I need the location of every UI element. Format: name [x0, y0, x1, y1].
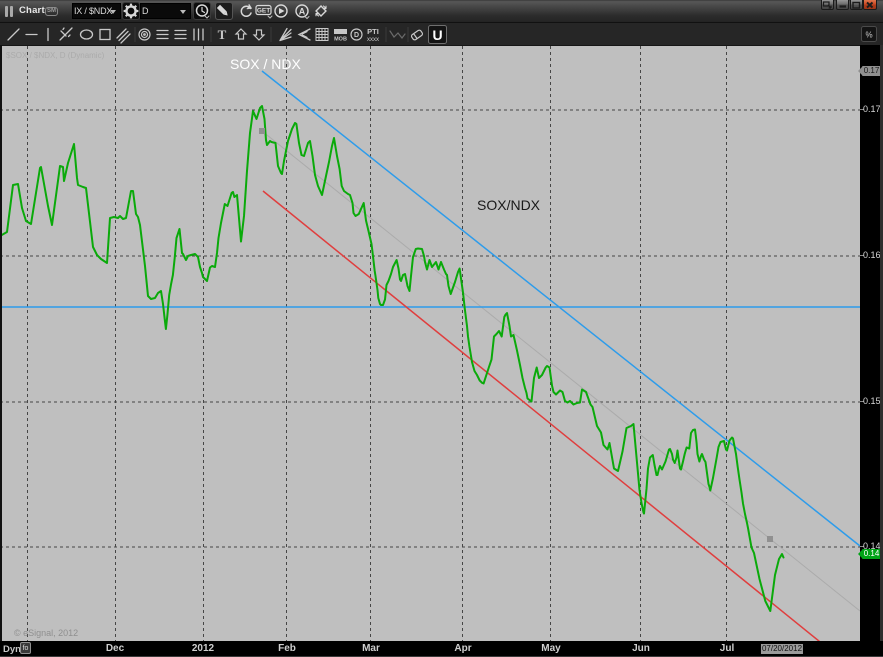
svg-text:U: U [432, 27, 442, 43]
svg-text:SOX/NDX: SOX/NDX [477, 197, 541, 213]
svg-text:$SOX / $NDX, D (Dynamic): $SOX / $NDX, D (Dynamic) [6, 51, 105, 60]
svg-text:PTI: PTI [367, 27, 379, 36]
svg-text:%: % [865, 31, 872, 40]
svg-text:SOX / NDX: SOX / NDX [230, 56, 301, 72]
svg-text:D: D [354, 32, 359, 39]
svg-text:MOB: MOB [334, 37, 347, 43]
svg-text:xxxx: xxxx [367, 37, 379, 43]
svg-text:T: T [218, 27, 227, 42]
svg-text:© eSignal, 2012: © eSignal, 2012 [14, 628, 78, 638]
